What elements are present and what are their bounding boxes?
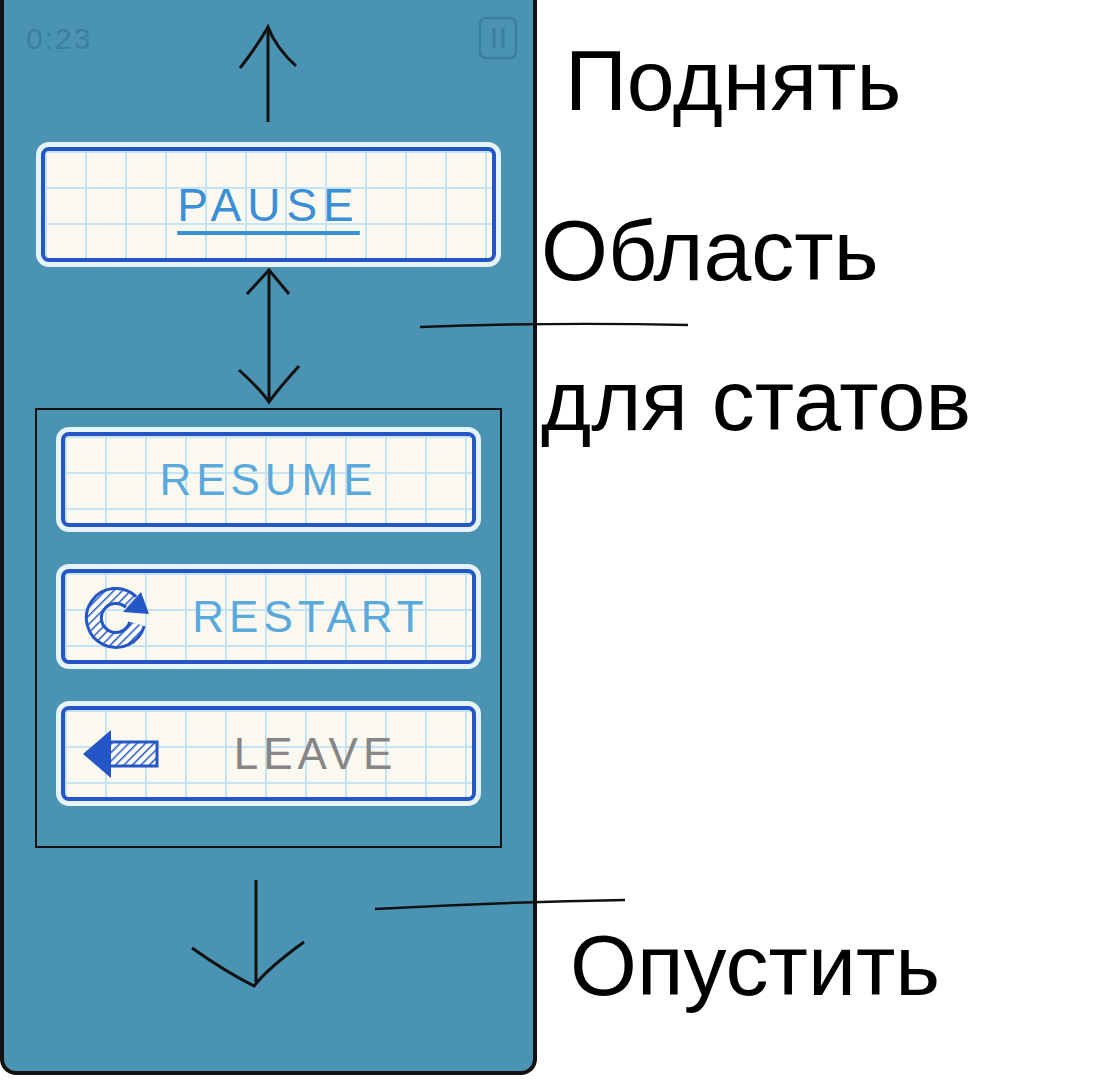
menu-button[interactable]: LEAVE bbox=[61, 706, 476, 801]
down-arrow-icon bbox=[184, 876, 314, 991]
pause-title: PAUSE bbox=[41, 147, 496, 262]
pause-title-text: PAUSE bbox=[177, 178, 360, 232]
menu-button-label: LEAVE bbox=[173, 729, 458, 779]
annotation: Поднять bbox=[537, 25, 1117, 135]
menu-button[interactable]: RESUME bbox=[61, 432, 476, 527]
back-arrow-icon bbox=[79, 724, 163, 784]
annotation-line: Поднять bbox=[565, 25, 1117, 135]
mockup-page: 0:23 PAUSE RESUME RESTART LEAVE Поднять О… bbox=[0, 0, 1117, 1080]
annotation-line: Область bbox=[541, 175, 1117, 325]
restart-icon bbox=[79, 582, 153, 652]
timer: 0:23 bbox=[26, 22, 92, 56]
pause-icon[interactable] bbox=[477, 12, 521, 62]
menu-button[interactable]: RESTART bbox=[61, 569, 476, 664]
double-arrow-icon bbox=[229, 262, 309, 408]
annotations: Поднять Областьдля статов Опустить bbox=[537, 0, 1117, 1080]
pointer-lines bbox=[0, 0, 1117, 1080]
menu-button-label: RESTART bbox=[163, 592, 458, 642]
annotation-line: для статов bbox=[541, 325, 1117, 475]
up-arrow-icon bbox=[234, 22, 304, 125]
annotation-line: Опустить bbox=[570, 910, 1117, 1020]
annotation: Опустить bbox=[537, 910, 1117, 1020]
buttons-group: RESUME RESTART LEAVE bbox=[35, 408, 502, 848]
menu-column: PAUSE RESUME RESTART LEAVE bbox=[4, 0, 533, 991]
annotation: Областьдля статов bbox=[537, 175, 1117, 475]
pause-screen: 0:23 PAUSE RESUME RESTART LEAVE bbox=[0, 0, 537, 1075]
menu-button-label: RESUME bbox=[79, 455, 458, 505]
